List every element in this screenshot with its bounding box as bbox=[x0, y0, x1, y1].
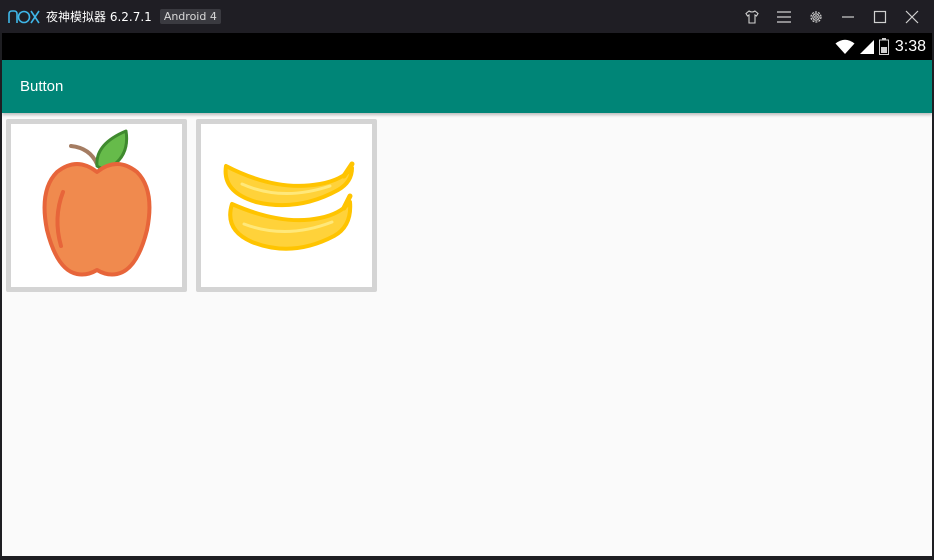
battery-icon bbox=[878, 38, 889, 55]
menu-icon bbox=[777, 10, 791, 23]
wifi-icon bbox=[835, 39, 855, 55]
shirt-icon bbox=[745, 9, 759, 24]
minimize-icon bbox=[842, 15, 854, 18]
maximize-icon bbox=[873, 10, 887, 23]
window-controls bbox=[736, 0, 928, 33]
nox-logo-icon bbox=[8, 9, 40, 25]
close-icon bbox=[905, 10, 919, 23]
settings-button[interactable] bbox=[800, 0, 832, 33]
app-title: 夜神模拟器 6.2.7.1 bbox=[46, 10, 152, 24]
gear-icon bbox=[810, 10, 822, 23]
skin-button[interactable] bbox=[736, 0, 768, 33]
app-bar-title: Button bbox=[20, 78, 64, 95]
status-clock: 3:38 bbox=[894, 37, 926, 55]
maximize-button[interactable] bbox=[864, 0, 896, 33]
minimize-button[interactable] bbox=[832, 0, 864, 33]
app-bar: Button bbox=[2, 60, 932, 113]
android-version-badge: Android 4 bbox=[159, 9, 221, 24]
close-button[interactable] bbox=[896, 0, 928, 33]
signal-icon bbox=[859, 39, 875, 55]
emulator-titlebar: 夜神模拟器 6.2.7.1 Android 4 bbox=[0, 0, 934, 33]
banana-icon bbox=[223, 161, 354, 251]
android-screen: 3:38 Button bbox=[2, 33, 932, 556]
status-bar: 3:38 bbox=[2, 33, 932, 60]
menu-button[interactable] bbox=[768, 0, 800, 33]
banana-image-button[interactable] bbox=[196, 119, 377, 292]
apple-icon bbox=[42, 129, 151, 276]
window-bottom-edge bbox=[0, 556, 934, 560]
apple-image-button[interactable] bbox=[6, 119, 187, 292]
